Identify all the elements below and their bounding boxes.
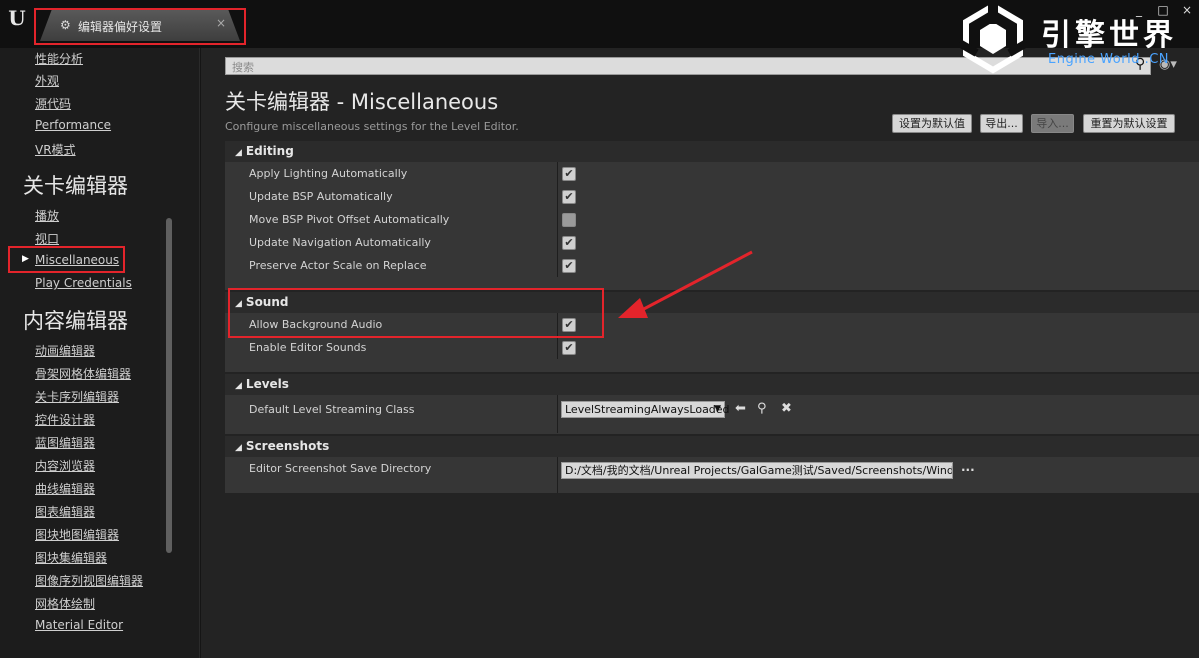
engine-world-logo-icon <box>958 4 1028 74</box>
watermark-brand: 引擎世界 <box>1041 18 1177 53</box>
annotation-arrow-icon <box>618 250 753 318</box>
watermark-subtitle: Engine World .CN <box>1048 52 1170 67</box>
